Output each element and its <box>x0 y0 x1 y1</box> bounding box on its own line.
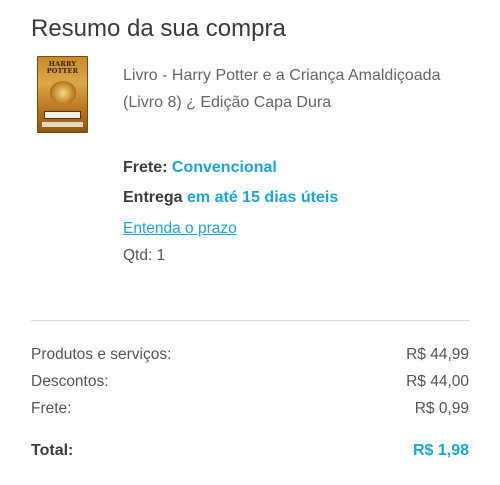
book-cover-title: HARRY POTTER <box>46 60 79 75</box>
summary-row-discounts: Descontos: R$ 44,00 <box>31 373 469 391</box>
total-label: Total: <box>31 442 74 459</box>
delivery-row: Entrega em até 15 dias úteis <box>123 189 338 207</box>
delivery-label: Entrega <box>123 189 183 206</box>
summary-row-shipping: Frete: R$ 0,99 <box>31 400 469 418</box>
book-cover-emblem <box>50 81 76 103</box>
purchase-summary: Resumo da sua compra HARRY POTTER Livro … <box>0 0 500 485</box>
book-cover-band <box>44 111 81 119</box>
summary-row-label: Produtos e serviços: <box>31 346 172 363</box>
shipping-row: Frete: Convencional <box>123 159 277 177</box>
shipping-value: Convencional <box>171 159 277 176</box>
book-cover-image[interactable]: HARRY POTTER <box>37 56 88 133</box>
product-name[interactable]: Livro - Harry Potter e a Criança Amaldiç… <box>123 62 453 116</box>
summary-row-products: Produtos e serviços: R$ 44,99 <box>31 346 469 364</box>
book-cover-band-lower <box>42 122 83 127</box>
summary-row-value: R$ 44,99 <box>406 346 469 363</box>
divider <box>31 320 470 321</box>
summary-row-label: Frete: <box>31 400 72 417</box>
quantity-text: Qtd: 1 <box>123 247 166 264</box>
summary-row-label: Descontos: <box>31 373 109 390</box>
delivery-value: em até 15 dias úteis <box>187 189 339 206</box>
deadline-info-link[interactable]: Entenda o prazo <box>123 220 237 238</box>
shipping-label: Frete: <box>123 159 168 176</box>
page-title: Resumo da sua compra <box>31 15 286 42</box>
summary-row-value: R$ 0,99 <box>414 400 469 417</box>
total-value: R$ 1,98 <box>412 442 469 459</box>
total-row: Total: R$ 1,98 <box>31 442 469 460</box>
summary-row-value: R$ 44,00 <box>406 373 469 390</box>
